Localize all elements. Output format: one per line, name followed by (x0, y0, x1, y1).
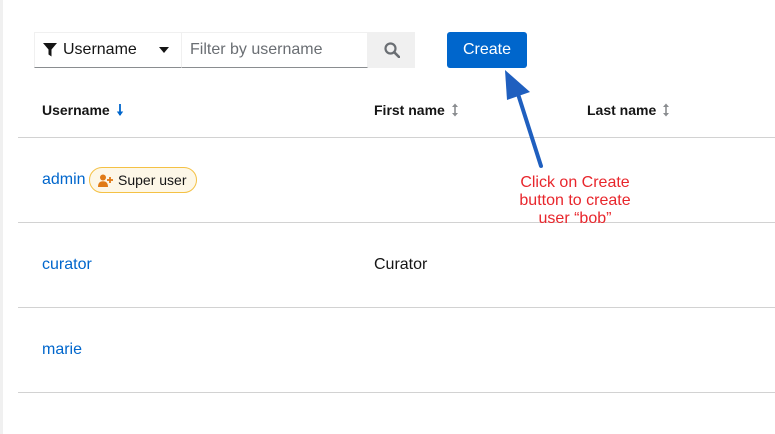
create-user-button[interactable]: Create (447, 32, 527, 68)
sort-updown-icon (451, 103, 458, 117)
sort-down-arrow-icon (116, 104, 123, 116)
column-header-last-name[interactable]: Last name (587, 102, 670, 118)
super-user-badge: Super user (89, 167, 198, 193)
first-name-cell: Curator (374, 256, 428, 273)
row-divider (18, 222, 775, 223)
search-button[interactable] (368, 32, 415, 68)
users-toolbar: Username (34, 32, 415, 68)
annotation-line: Click on Create (520, 174, 630, 191)
filter-attribute-label: Username (63, 41, 137, 58)
annotation-line: user “bob” (538, 210, 612, 227)
column-header-first-name[interactable]: First name (374, 102, 459, 118)
caret-down-icon (159, 47, 169, 53)
filter-funnel-icon (43, 43, 57, 57)
column-header-label: Last name (587, 102, 657, 118)
annotation-line: button to create (519, 192, 631, 209)
row-divider (18, 392, 775, 393)
username-search-input[interactable] (182, 32, 368, 68)
user-plus-icon (98, 174, 113, 187)
sort-updown-icon (663, 103, 670, 117)
magnifier-icon (383, 42, 400, 58)
filter-attribute-dropdown[interactable]: Username (34, 32, 182, 68)
left-edge-rule (0, 0, 3, 434)
row-divider (18, 307, 775, 308)
username-link-admin[interactable]: admin (42, 171, 86, 189)
header-divider (18, 137, 775, 138)
super-user-badge-label: Super user (118, 172, 187, 188)
column-header-label: First name (374, 102, 445, 118)
username-link-marie[interactable]: marie (42, 341, 82, 359)
column-header-label: Username (42, 102, 110, 118)
username-link-curator[interactable]: curator (42, 256, 92, 274)
annotation-note: Click on Create button to create user “b… (500, 174, 650, 228)
column-header-username[interactable]: Username (42, 102, 124, 118)
